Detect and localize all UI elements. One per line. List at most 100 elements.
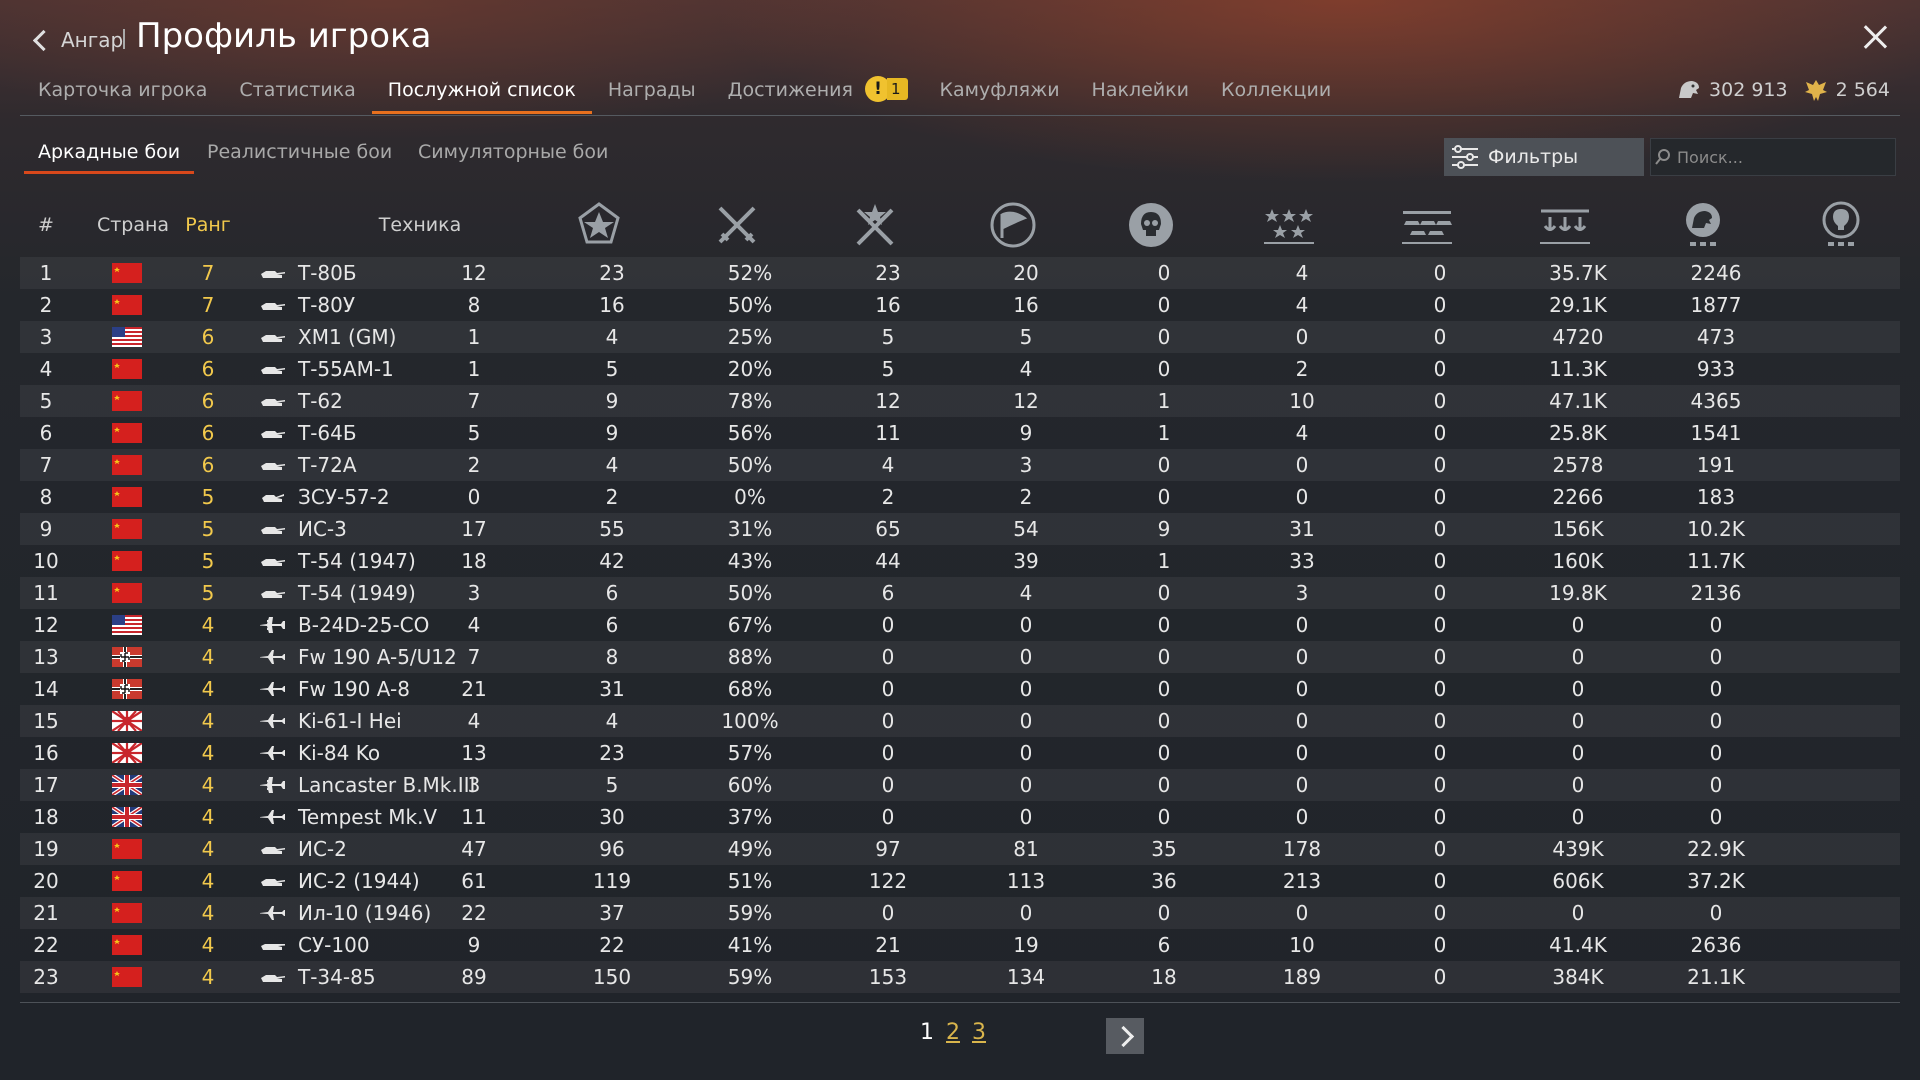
col-vehicle[interactable]: Техника <box>340 195 500 255</box>
stat-research-points: 2246 <box>1690 261 1742 285</box>
win-rate-icon[interactable] <box>820 195 930 255</box>
tank-icon <box>261 271 285 278</box>
title-separator <box>123 29 125 49</box>
stat-research-points: 0 <box>1709 805 1723 829</box>
table-row[interactable]: 5 6 Т-62 7 9 78% 12 12 1 10 0 47.1K 4365 <box>20 385 1900 417</box>
stat-multi-star: 0 <box>1157 485 1171 509</box>
row-rank: 4 <box>201 901 215 925</box>
page-1[interactable]: 1 <box>920 1020 934 1045</box>
tab-service-record[interactable]: Послужной список <box>371 70 592 114</box>
research-points-icon[interactable] <box>1786 195 1896 255</box>
mode-arcade[interactable]: Аркадные бои <box>23 134 195 174</box>
table-row[interactable]: 7 6 Т-72А 2 4 50% 4 3 0 0 0 2578 191 <box>20 449 1900 481</box>
stat-research-points: 0 <box>1709 613 1723 637</box>
stat-silver-lions: 0 <box>1571 677 1585 701</box>
table-row[interactable]: 8 5 ЗСУ-57-2 0 2 0% 2 2 0 0 0 2266 183 <box>20 481 1900 513</box>
stat-battles: 4 <box>467 613 481 637</box>
captures-icon[interactable] <box>958 195 1068 255</box>
table-row[interactable]: 22 4 СУ-100 9 22 41% 21 19 6 10 0 41.4K 2636 <box>20 929 1900 961</box>
row-number: 8 <box>39 485 53 509</box>
stat-naval-kills: 0 <box>1433 261 1447 285</box>
table-row[interactable]: 13 4 Fw 190 A-5/U12 7 8 88% 0 0 0 0 0 0 0 <box>20 641 1900 673</box>
table-row[interactable]: 17 4 Lancaster B.Mk.III 3 5 60% 0 0 0 0 0 0 0 <box>20 769 1900 801</box>
stat-victories: 22 <box>599 933 625 957</box>
tab-awards[interactable]: Награды <box>592 70 712 114</box>
tab-decals[interactable]: Наклейки <box>1076 70 1205 114</box>
stat-win-rate: 41% <box>727 933 773 957</box>
col-rank[interactable]: Ранг <box>178 195 238 255</box>
tab-player-card[interactable]: Карточка игрока <box>22 70 223 114</box>
col-country[interactable]: Страна <box>90 195 176 255</box>
tank-icon <box>261 975 285 982</box>
table-row[interactable]: 21 4 Ил-10 (1946) 22 37 59% 0 0 0 0 0 0 0 <box>20 897 1900 929</box>
table-row[interactable]: 18 4 Tempest Mk.V 11 30 37% 0 0 0 0 0 0 0 <box>20 801 1900 833</box>
table-row[interactable]: 9 5 ИС-3 17 55 31% 65 54 9 31 0 156K 10.2K <box>20 513 1900 545</box>
naval-kills-icon[interactable] <box>1510 195 1620 255</box>
stat-battles: 61 <box>461 869 487 893</box>
ground-kills-icon[interactable] <box>1372 195 1482 255</box>
search-box[interactable] <box>1650 138 1896 176</box>
table-row[interactable]: 14 4 Fw 190 A-8 21 31 68% 0 0 0 0 0 0 0 <box>20 673 1900 705</box>
plane-icon <box>260 906 285 920</box>
stat-naval-kills: 0 <box>1433 805 1447 829</box>
back-to-hangar-link[interactable]: Ангар <box>32 24 124 56</box>
col-number[interactable]: # <box>24 195 68 255</box>
row-rank: 4 <box>201 741 215 765</box>
multi-star-icon[interactable] <box>1234 195 1344 255</box>
table-row[interactable]: 4 6 Т-55АМ-1 1 5 20% 5 4 0 2 0 11.3K 933 <box>20 353 1900 385</box>
table-row[interactable]: 15 4 Ki-61-I Hei 4 4 100% 0 0 0 0 0 0 0 <box>20 705 1900 737</box>
achievements-badge: ! 1 <box>865 75 908 102</box>
table-row[interactable]: 3 6 XM1 (GM) 1 4 25% 5 5 0 0 0 4720 473 <box>20 321 1900 353</box>
stat-captures: 16 <box>875 293 901 317</box>
table-row[interactable]: 20 4 ИС-2 (1944) 61 119 51% 122 113 36 213 0 606K 37… <box>20 865 1900 897</box>
stat-silver-lions: 4720 <box>1552 325 1604 349</box>
stat-kills: 16 <box>1013 293 1039 317</box>
tab-achievements[interactable]: Достижения ! 1 <box>712 70 924 114</box>
victories-icon[interactable] <box>682 195 792 255</box>
table-row[interactable]: 19 4 ИС-2 47 96 49% 97 81 35 178 0 439K 22.9K <box>20 833 1900 865</box>
table-divider <box>20 1002 1900 1003</box>
stat-win-rate: 67% <box>727 613 773 637</box>
stat-silver-lions: 0 <box>1571 709 1585 733</box>
tab-label: Награды <box>607 79 696 101</box>
filters-button[interactable]: Фильтры <box>1444 138 1644 176</box>
close-icon[interactable] <box>1860 22 1890 52</box>
kills-icon[interactable] <box>1096 195 1206 255</box>
next-page-button[interactable] <box>1106 1018 1144 1054</box>
tab-collections[interactable]: Коллекции <box>1205 70 1347 114</box>
mode-realistic[interactable]: Реалистичные бои <box>207 134 392 174</box>
stat-battles: 3 <box>467 581 481 605</box>
stat-victories: 9 <box>605 389 619 413</box>
page-2[interactable]: 2 <box>946 1020 960 1045</box>
table-row[interactable]: 16 4 Ki-84 Ko 13 23 57% 0 0 0 0 0 0 0 <box>20 737 1900 769</box>
stat-naval-kills: 0 <box>1433 645 1447 669</box>
silver-lions-earned-icon[interactable] <box>1648 195 1758 255</box>
table-row[interactable]: 12 4 B-24D-25-CO 4 6 67% 0 0 0 0 0 0 0 <box>20 609 1900 641</box>
back-label: Ангар <box>61 28 124 52</box>
stat-silver-lions: 25.8K <box>1549 421 1607 445</box>
page-3[interactable]: 3 <box>972 1020 986 1045</box>
stat-multi-star: 0 <box>1157 677 1171 701</box>
row-rank: 6 <box>201 421 215 445</box>
row-rank: 4 <box>201 837 215 861</box>
stat-naval-kills: 0 <box>1433 325 1447 349</box>
stat-multi-star: 0 <box>1157 325 1171 349</box>
table-row[interactable]: 11 5 Т-54 (1949) 3 6 50% 6 4 0 3 0 19.8K 2136 <box>20 577 1900 609</box>
stat-win-rate: 50% <box>727 293 773 317</box>
tank-icon <box>261 527 285 534</box>
ussr-flag-icon <box>112 263 142 283</box>
table-row[interactable]: 2 7 Т-80У 8 16 50% 16 16 0 4 0 29.1K 1877 <box>20 289 1900 321</box>
tab-statistics[interactable]: Статистика <box>223 70 371 114</box>
table-row[interactable]: 10 5 Т-54 (1947) 18 42 43% 44 39 1 33 0 160K 11.7K <box>20 545 1900 577</box>
mode-simulator[interactable]: Симуляторные бои <box>418 134 608 174</box>
stat-research-points: 10.2K <box>1687 517 1745 541</box>
table-row[interactable]: 6 6 Т-64Б 5 9 56% 11 9 1 4 0 25.8K 1541 <box>20 417 1900 449</box>
table-row[interactable]: 23 4 Т-34-85 89 150 59% 153 134 18 189 0 384K 21.1K <box>20 961 1900 993</box>
tank-icon <box>261 879 285 886</box>
filter-sliders-icon <box>1452 145 1478 169</box>
tab-camouflages[interactable]: Камуфляжи <box>924 70 1076 114</box>
stat-silver-lions: 0 <box>1571 805 1585 829</box>
battles-icon[interactable] <box>544 195 654 255</box>
table-row[interactable]: 1 7 Т-80Б 12 23 52% 23 20 0 4 0 35.7K 2246 <box>20 257 1900 289</box>
search-input[interactable] <box>1675 146 1879 168</box>
